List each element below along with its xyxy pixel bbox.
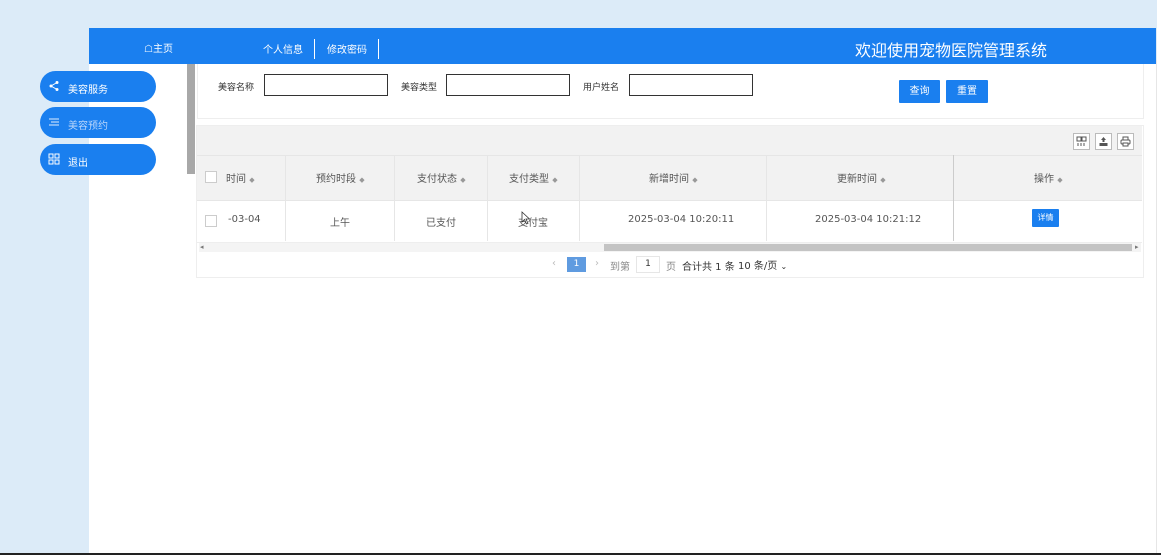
reset-button[interactable]: 重置 bbox=[946, 80, 988, 103]
scroll-left-arrow-icon[interactable]: ◂ bbox=[200, 243, 204, 251]
cell-updated: 2025-03-04 10:21:12 bbox=[815, 214, 922, 225]
window-edge bbox=[1157, 0, 1161, 555]
list-icon bbox=[48, 116, 60, 128]
query-button[interactable]: 查询 bbox=[899, 80, 940, 103]
search-label-beauty-name: 美容名称 bbox=[218, 83, 255, 93]
column-label: 操作 bbox=[1034, 174, 1054, 185]
column-header-slot[interactable]: 预约时段 ◆ bbox=[316, 170, 365, 185]
column-header-created[interactable]: 新增时间 ◆ bbox=[649, 170, 698, 185]
print-icon[interactable] bbox=[1117, 133, 1134, 150]
horizontal-scrollbar-thumb[interactable] bbox=[604, 244, 1132, 251]
sort-icon[interactable]: ◆ bbox=[880, 176, 885, 184]
sidebar-item-label: 退出 bbox=[68, 158, 88, 169]
sort-icon[interactable]: ◆ bbox=[692, 176, 697, 184]
vertical-scrollbar-thumb[interactable] bbox=[187, 64, 195, 174]
search-label-user-name: 用户姓名 bbox=[583, 83, 620, 93]
column-header-pay-status[interactable]: 支付状态 ◆ bbox=[417, 170, 466, 185]
sidebar-item-label: 美容服务 bbox=[68, 85, 108, 96]
page-size-value: 10 条/页 bbox=[738, 261, 778, 272]
sidebar-item-label: 美容预约 bbox=[68, 121, 108, 132]
column-header-time[interactable]: 时间 ◆ bbox=[226, 170, 255, 185]
row-checkbox[interactable] bbox=[205, 215, 217, 227]
nav-personal-info[interactable]: 个人信息 bbox=[263, 41, 303, 56]
goto-page-input[interactable]: 1 bbox=[636, 256, 660, 273]
page-1-button[interactable]: 1 bbox=[567, 257, 586, 272]
search-label-beauty-type: 美容类型 bbox=[401, 83, 438, 93]
column-header-pay-type[interactable]: 支付类型 ◆ bbox=[509, 170, 558, 185]
scroll-right-arrow-icon[interactable]: ▸ bbox=[1135, 243, 1139, 251]
column-label: 支付类型 bbox=[509, 174, 549, 185]
window-edge-line bbox=[1156, 60, 1157, 555]
sort-icon[interactable]: ◆ bbox=[1057, 176, 1062, 184]
sort-icon[interactable]: ◆ bbox=[359, 176, 364, 184]
beauty-type-input[interactable] bbox=[446, 74, 570, 96]
system-title: 欢迎使用宠物医院管理系统 bbox=[855, 41, 1048, 60]
nav-divider bbox=[314, 39, 315, 59]
select-all-checkbox[interactable] bbox=[205, 171, 217, 183]
chevron-down-icon: ⌄ bbox=[780, 262, 788, 271]
column-label: 预约时段 bbox=[316, 174, 356, 185]
nav-divider bbox=[378, 39, 379, 59]
grid-icon bbox=[48, 153, 60, 165]
column-label: 新增时间 bbox=[649, 174, 689, 185]
sort-icon[interactable]: ◆ bbox=[249, 176, 254, 184]
sort-icon[interactable]: ◆ bbox=[552, 176, 557, 184]
column-label: 时间 bbox=[226, 174, 246, 185]
next-page-button[interactable]: › bbox=[595, 258, 599, 269]
sidebar-item-beauty-service[interactable]: 美容服务 bbox=[40, 71, 156, 102]
cell-time: -03-04 bbox=[228, 214, 261, 225]
export-icon[interactable] bbox=[1095, 133, 1112, 150]
column-label: 支付状态 bbox=[417, 174, 457, 185]
column-header-updated[interactable]: 更新时间 ◆ bbox=[837, 170, 886, 185]
sidebar-item-beauty-appointment[interactable]: 美容预约 bbox=[40, 107, 156, 138]
page-size-select[interactable]: 10 条/页 ⌄ bbox=[738, 257, 787, 272]
user-name-input[interactable] bbox=[629, 74, 753, 96]
sidebar-item-logout[interactable]: 退出 bbox=[40, 144, 156, 175]
goto-label: 到第 bbox=[610, 262, 630, 273]
home-link[interactable]: ☖主页 bbox=[144, 40, 173, 55]
sort-icon[interactable]: ◆ bbox=[460, 176, 465, 184]
nav-change-password[interactable]: 修改密码 bbox=[327, 41, 367, 56]
column-header-action[interactable]: 操作 ◆ bbox=[1034, 170, 1063, 185]
cell-created: 2025-03-04 10:20:11 bbox=[628, 214, 735, 225]
prev-page-button[interactable]: ‹ bbox=[552, 258, 556, 269]
cell-pay-status: 已支付 bbox=[426, 218, 456, 229]
columns-icon[interactable] bbox=[1073, 133, 1090, 150]
share-icon bbox=[48, 80, 60, 92]
column-label: 更新时间 bbox=[837, 174, 877, 185]
beauty-name-input[interactable] bbox=[264, 74, 388, 96]
page-unit-label: 页 bbox=[666, 262, 676, 273]
total-count: 合计共 1 条 bbox=[682, 262, 735, 273]
detail-button[interactable]: 详情 bbox=[1032, 209, 1059, 227]
cell-slot: 上午 bbox=[330, 218, 350, 229]
table-toolbar bbox=[197, 126, 1142, 155]
mouse-cursor-icon bbox=[521, 211, 531, 228]
